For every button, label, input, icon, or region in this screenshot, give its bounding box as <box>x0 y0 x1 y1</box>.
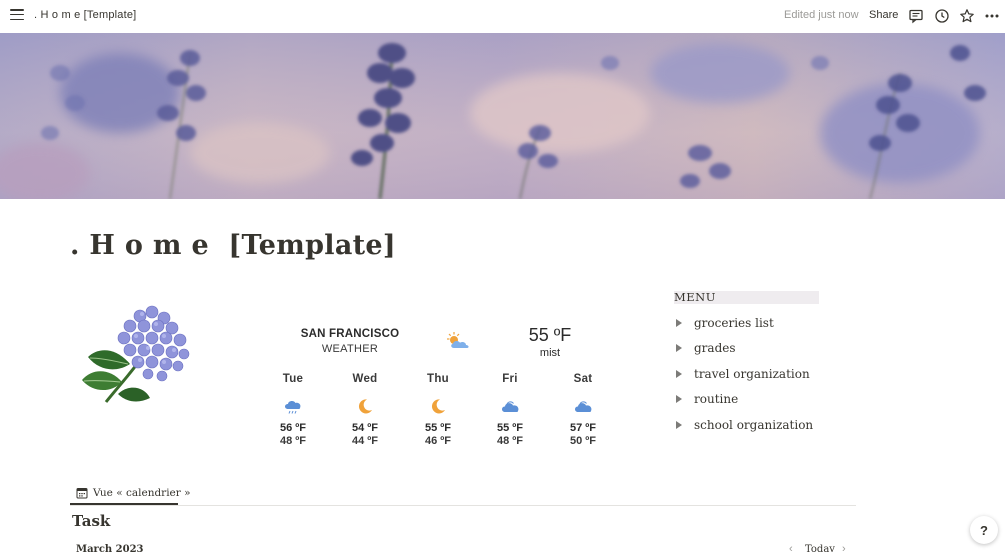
forecast-low: 48 ºF <box>496 435 524 447</box>
top-bar: . H o m e [Template] Edited just now Sha… <box>0 0 1005 33</box>
menu-item-label: grades <box>694 341 736 355</box>
forecast-day-name: Sat <box>573 373 593 385</box>
forecast-high: 57 ºF <box>569 422 597 434</box>
menu-toggle-school-organization[interactable]: school organization <box>676 416 813 434</box>
cover-image-lavender <box>0 33 1005 199</box>
forecast-day-name: Wed <box>352 373 378 385</box>
moon-icon <box>431 399 445 414</box>
previous-month-button[interactable]: ‹ <box>789 543 793 552</box>
forecast-day: Tue 56 ºF 48 ºF <box>265 373 321 448</box>
weather-subtitle: WEATHER <box>321 343 379 355</box>
favorite-star-icon[interactable] <box>959 8 975 24</box>
forecast-day-name: Tue <box>282 373 304 385</box>
weather-current-condition: mist <box>539 347 561 359</box>
menu-toggle-grades[interactable]: grades <box>676 339 736 357</box>
share-button[interactable]: Share <box>869 9 898 21</box>
forecast-high: 54 ºF <box>351 422 379 434</box>
forecast-low: 50 ºF <box>569 435 597 447</box>
menu-toggle-travel-organization[interactable]: travel organization <box>676 365 810 383</box>
help-button[interactable]: ? <box>970 516 998 544</box>
forecast-day: Thu 55 ºF 46 ºF <box>410 373 466 448</box>
partly-cloudy-icon <box>447 332 469 348</box>
calendar-month-label: March 2023 <box>76 544 144 552</box>
menu-heading: MENU <box>674 291 819 304</box>
forecast-day: Wed 54 ºF 44 ºF <box>337 373 393 448</box>
calendar-icon <box>76 488 88 499</box>
edited-status: Edited just now <box>784 9 859 21</box>
comments-icon[interactable] <box>908 8 924 24</box>
database-title[interactable]: Task <box>72 512 110 530</box>
weather-city: SAN FRANCISCO <box>300 328 400 340</box>
weather-current-temp: 55 ºF <box>528 325 572 345</box>
forecast-low: 44 ºF <box>351 435 379 447</box>
today-button[interactable]: Today <box>805 544 835 552</box>
forecast-day-name: Fri <box>502 373 518 385</box>
toggle-triangle-icon[interactable] <box>676 344 682 352</box>
history-clock-icon[interactable] <box>934 8 950 24</box>
toggle-triangle-icon[interactable] <box>676 319 682 327</box>
forecast-day: Sat 57 ºF 50 ºF <box>555 373 611 448</box>
cloud-icon <box>575 401 592 412</box>
moon-icon <box>358 399 372 414</box>
tab-label: Vue « calendrier » <box>93 487 191 499</box>
menu-toggle-routine[interactable]: routine <box>676 390 738 408</box>
forecast-high: 56 ºF <box>279 422 307 434</box>
page-title[interactable]: . H o m e [Template] <box>70 230 396 261</box>
tab-calendar-view[interactable]: Vue « calendrier » <box>70 481 197 505</box>
menu-item-label: travel organization <box>694 367 810 381</box>
divider <box>70 505 856 506</box>
next-month-button[interactable]: › <box>842 543 846 552</box>
cloud-icon <box>502 401 519 412</box>
forecast-day: Fri 55 ºF 48 ºF <box>482 373 538 448</box>
more-options-icon[interactable] <box>984 8 1000 24</box>
forecast-day-name: Thu <box>427 373 449 385</box>
toggle-triangle-icon[interactable] <box>676 370 682 378</box>
forecast-high: 55 ºF <box>496 422 524 434</box>
forecast-high: 55 ºF <box>424 422 452 434</box>
forecast-low: 46 ºF <box>424 435 452 447</box>
hydrangea-illustration <box>82 305 190 403</box>
toggle-triangle-icon[interactable] <box>676 421 682 429</box>
menu-item-label: routine <box>694 392 739 406</box>
menu-item-label: school organization <box>694 418 814 432</box>
forecast-low: 48 ºF <box>279 435 307 447</box>
toggle-triangle-icon[interactable] <box>676 395 682 403</box>
breadcrumb[interactable]: . H o m e [Template] <box>34 9 136 21</box>
hamburger-menu-icon[interactable] <box>10 9 24 23</box>
menu-toggle-groceries-list[interactable]: groceries list <box>676 314 774 332</box>
menu-item-label: groceries list <box>694 316 774 330</box>
rain-cloud-icon <box>285 401 301 414</box>
